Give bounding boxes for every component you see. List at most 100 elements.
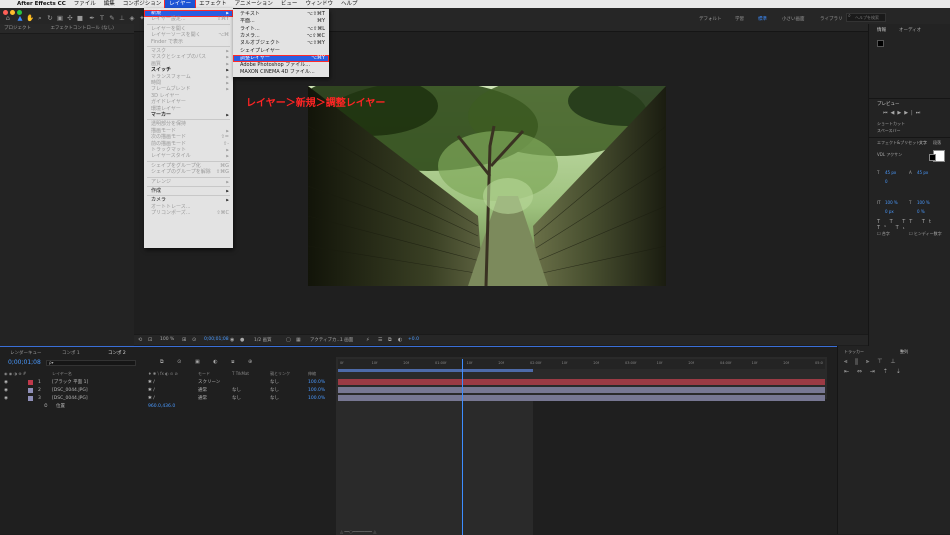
- selection-tool-icon[interactable]: ▲: [16, 15, 24, 22]
- layer-switches[interactable]: ✱ /: [148, 395, 155, 402]
- exposure-value[interactable]: +0.0: [408, 337, 419, 342]
- baseline-value[interactable]: 0 px: [885, 209, 894, 214]
- label-color-swatch[interactable]: [28, 388, 33, 393]
- color-channel-icon[interactable]: ●: [240, 337, 244, 343]
- home-icon[interactable]: ⌂: [4, 15, 12, 22]
- layer-stretch[interactable]: 100.0%: [308, 379, 325, 386]
- rotate-tool-icon[interactable]: ↻: [46, 15, 54, 22]
- layer-menu-item[interactable]: マーカー ▶: [144, 112, 233, 119]
- property-value[interactable]: 960.0,436.0: [148, 403, 175, 410]
- flowchart-icon[interactable]: ⧉: [388, 337, 392, 343]
- distribute-buttons[interactable]: ⇤ ⇔ ⇥ ⇡ ⇣: [844, 368, 904, 375]
- time-ruler[interactable]: 0f 10f 20f 01:00f 10f 20f 02:00f 10f 20f 03:00f 10…: [338, 359, 825, 369]
- menu-effect[interactable]: エフェクト: [195, 0, 231, 8]
- views-select[interactable]: 1 画面: [340, 337, 353, 343]
- menu-layer[interactable]: レイヤー: [164, 0, 197, 9]
- region-icon[interactable]: ▢: [286, 337, 291, 343]
- font-size-value[interactable]: 45 px: [885, 170, 896, 175]
- rectangle-tool-icon[interactable]: ■: [76, 15, 84, 22]
- layer-name[interactable]: [DSC_0044.JPG]: [52, 395, 88, 402]
- layer-parent[interactable]: なし: [270, 387, 279, 394]
- tab-align[interactable]: 整列: [900, 349, 908, 355]
- resolution-select[interactable]: 1/2 画質: [254, 337, 272, 343]
- tracking-value[interactable]: 0: [885, 179, 888, 184]
- layer-switches[interactable]: ✱ /: [148, 379, 155, 386]
- sublayer-row[interactable]: ⏱ 位置 960.0,436.0: [0, 403, 336, 410]
- new-submenu-item[interactable]: シェイプレイヤー: [233, 48, 329, 55]
- layer-switches[interactable]: ✱ /: [148, 387, 155, 394]
- tab-comp-1[interactable]: コンポ 1: [62, 350, 80, 356]
- layer-trkmat[interactable]: なし: [232, 395, 241, 402]
- layer-name[interactable]: [ブラック 平面 1]: [52, 379, 88, 386]
- tab-tracker[interactable]: トラッカー: [844, 349, 864, 355]
- layer-menu-item[interactable]: 作成 ▶: [144, 188, 233, 195]
- menu-animation[interactable]: アニメーション: [231, 0, 277, 8]
- shortcut-select[interactable]: スペースバー: [877, 128, 901, 134]
- layer-stretch[interactable]: 100.0%: [308, 395, 325, 402]
- workspace-standard[interactable]: 標準: [758, 16, 767, 22]
- layer-bar[interactable]: [338, 379, 825, 385]
- zoom-tool-icon[interactable]: ⌕: [36, 15, 44, 22]
- layer-row[interactable]: ◉ 2 [DSC_0044.JPG] ✱ / 通常 なし なし 100.0%: [0, 387, 336, 394]
- timeline-icon[interactable]: ☰: [378, 337, 382, 343]
- layer-search-input[interactable]: ρ▾: [46, 360, 136, 366]
- camera-select[interactable]: アクティブカ...: [310, 337, 341, 343]
- menu-composition[interactable]: コンポジション: [119, 0, 166, 8]
- help-search-input[interactable]: ヘルプを検索: [846, 13, 886, 22]
- faux-style-buttons[interactable]: T T TT Tt T¹ T₁: [877, 219, 950, 231]
- menu-help[interactable]: ヘルプ: [337, 0, 362, 8]
- column-parent[interactable]: 親とリンク: [270, 371, 290, 377]
- layer-name[interactable]: [DSC_0044.JPG]: [52, 387, 88, 394]
- pan-behind-icon[interactable]: ✣: [66, 15, 74, 22]
- tab-effects-presets[interactable]: エフェクト&プリセット: [877, 140, 920, 146]
- menu-view[interactable]: ビュー: [277, 0, 302, 8]
- new-submenu-item[interactable]: MAXON CINEMA 4D ファイル...: [233, 69, 329, 76]
- camera-tool-icon[interactable]: ▣: [56, 15, 64, 22]
- menu-file[interactable]: ファイル: [70, 0, 100, 8]
- layer-trkmat[interactable]: なし: [232, 387, 241, 394]
- tab-paragraph[interactable]: 段落: [933, 140, 941, 146]
- mask-icon[interactable]: ⊙: [192, 337, 196, 343]
- visibility-icon[interactable]: ◉: [4, 395, 8, 402]
- tab-project[interactable]: プロジェクト: [4, 26, 31, 31]
- zoom-select[interactable]: 100 %: [160, 337, 174, 342]
- fit-icon[interactable]: ⊡: [148, 337, 152, 343]
- align-buttons[interactable]: ⫷ ⫼ ⫸ ⊤ ⊥: [844, 358, 899, 366]
- timeline-timecode[interactable]: 0;00;01;08: [8, 359, 41, 366]
- font-select[interactable]: VDL アクサン: [877, 152, 902, 158]
- always-preview-icon[interactable]: ⟲: [138, 337, 142, 343]
- pen-tool-icon[interactable]: ✒: [88, 15, 96, 22]
- stroke-color-swatch[interactable]: [929, 154, 936, 161]
- type-tool-icon[interactable]: T: [98, 15, 106, 22]
- exposure-icon[interactable]: ◐: [398, 337, 402, 343]
- viewer-timecode[interactable]: 0;00;01;08: [204, 337, 229, 342]
- layer-row[interactable]: ◉ 1 [ブラック 平面 1] ✱ / スクリーン なし 100.0%: [0, 379, 336, 386]
- layer-bar[interactable]: [338, 395, 825, 401]
- menu-edit[interactable]: 編集: [100, 0, 119, 8]
- playback-controls[interactable]: ⏮◀▶▶|⏭: [883, 110, 923, 116]
- stopwatch-icon[interactable]: ⏱: [44, 403, 48, 410]
- layer-row[interactable]: ◉ 3 [DSC_0044.JPG] ✱ / 通常 なし なし 100.0%: [0, 395, 336, 402]
- layer-bar[interactable]: [338, 387, 825, 393]
- label-color-swatch[interactable]: [28, 396, 33, 401]
- tab-comp-2[interactable]: コンポ 2: [108, 350, 126, 356]
- brush-tool-icon[interactable]: ✎: [108, 15, 116, 22]
- playhead[interactable]: [462, 359, 464, 535]
- new-submenu-item[interactable]: 平面... ⌘Y: [233, 18, 329, 25]
- tab-audio[interactable]: オーディオ: [899, 27, 921, 33]
- fast-preview-icon[interactable]: ⚡: [366, 337, 370, 343]
- grid-icon[interactable]: ⊞: [182, 337, 186, 343]
- ligature-checkbox[interactable]: ☐ 合字: [877, 231, 890, 237]
- column-mode[interactable]: モード: [198, 371, 210, 377]
- menu-window[interactable]: ウィンドウ: [301, 0, 337, 8]
- adjustment-layer-menu-item[interactable]: 調整レイヤー ⌥⌘Y: [233, 54, 329, 62]
- vertical-scale-value[interactable]: 100 %: [885, 200, 898, 205]
- workspace-default[interactable]: デフォルト: [699, 16, 722, 22]
- column-layer-name[interactable]: レイヤー名: [52, 371, 72, 377]
- hand-tool-icon[interactable]: ✋: [26, 15, 34, 22]
- new-submenu-item[interactable]: テキスト ⌥⇧⌘T: [233, 11, 329, 18]
- workspace-libraries[interactable]: ライブラリ: [820, 16, 843, 22]
- tsume-value[interactable]: 0 %: [917, 209, 925, 214]
- composition-image[interactable]: [308, 86, 666, 286]
- visibility-icon[interactable]: ◉: [4, 379, 8, 386]
